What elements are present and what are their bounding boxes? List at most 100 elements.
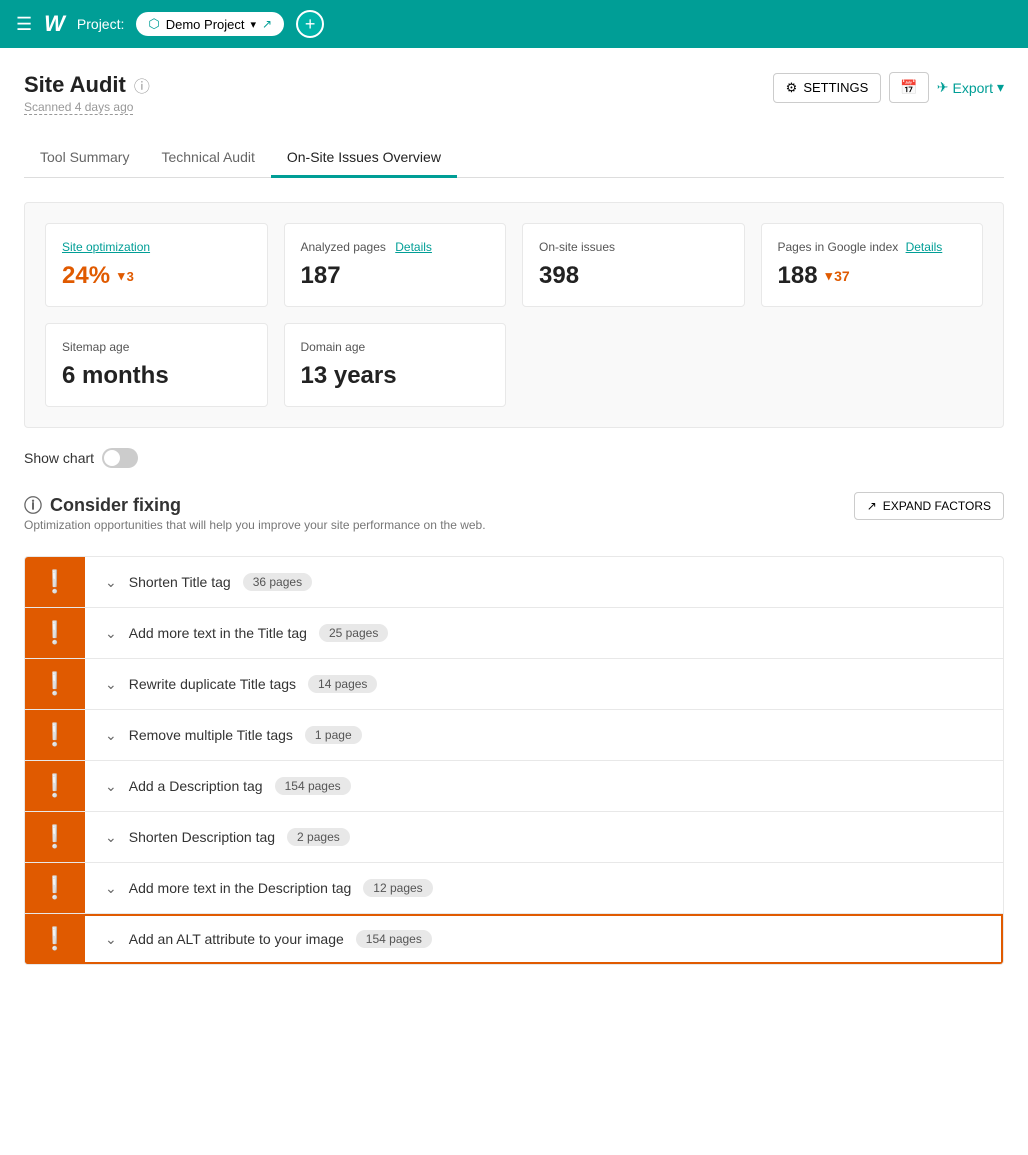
stat-value-domain-age: 13 years — [301, 362, 490, 390]
issue-item-remove-multiple: ❕ ⌄ Remove multiple Title tags 1 page — [25, 710, 1003, 761]
tab-on-site-issues[interactable]: On-Site Issues Overview — [271, 139, 457, 178]
stat-value-onsite-issues: 398 — [539, 262, 728, 290]
stat-google-index: Pages in Google index Details 188 ▾ 37 — [761, 223, 984, 307]
hamburger-menu-icon[interactable]: ☰ — [16, 14, 32, 35]
optimization-percentage: 24% — [62, 262, 110, 290]
domain-age-value: 13 years — [301, 362, 397, 390]
issue-badge-shorten-description: 2 pages — [287, 828, 350, 846]
issues-list: ❕ ⌄ Shorten Title tag 36 pages ❕ ⌄ Add m… — [24, 556, 1004, 965]
issue-title-remove-multiple[interactable]: Remove multiple Title tags — [129, 727, 293, 743]
stat-value-analyzed-pages: 187 — [301, 262, 490, 290]
issue-severity-add-description: ❕ — [25, 761, 85, 811]
alert-icon: ❕ — [41, 926, 68, 952]
issue-content-add-description: ⌄ Add a Description tag 154 pages — [85, 761, 1003, 811]
google-index-down-num: 37 — [834, 268, 850, 284]
help-icon[interactable]: ⓘ — [134, 73, 150, 97]
issue-title-add-more-description[interactable]: Add more text in the Description tag — [129, 880, 352, 896]
issue-badge-remove-multiple: 1 page — [305, 726, 362, 744]
chevron-down-icon: ▾ — [997, 79, 1004, 96]
chevron-icon[interactable]: ⌄ — [105, 880, 117, 897]
optimization-down-num: 3 — [127, 269, 134, 284]
onsite-issues-number: 398 — [539, 262, 579, 290]
stat-label-sitemap-age: Sitemap age — [62, 340, 251, 354]
calendar-button[interactable]: 📅 — [889, 72, 928, 103]
chevron-icon[interactable]: ⌄ — [105, 931, 117, 948]
issue-item-shorten-title: ❕ ⌄ Shorten Title tag 36 pages — [25, 557, 1003, 608]
tab-bar: Tool Summary Technical Audit On-Site Iss… — [24, 139, 1004, 178]
chevron-icon[interactable]: ⌄ — [105, 574, 117, 591]
issue-content-add-alt: ⌄ Add an ALT attribute to your image 154… — [85, 914, 1003, 964]
issue-severity-add-alt: ❕ — [25, 914, 85, 964]
settings-button[interactable]: ⚙ SETTINGS — [773, 73, 882, 103]
tab-technical-audit[interactable]: Technical Audit — [145, 139, 270, 178]
google-index-details-link[interactable]: Details — [906, 240, 943, 254]
analyzed-pages-number: 187 — [301, 262, 341, 290]
issue-title-shorten-description[interactable]: Shorten Description tag — [129, 829, 275, 845]
alert-icon: ❕ — [41, 722, 68, 748]
gear-icon: ⚙ — [786, 80, 798, 96]
stat-label-google-index: Pages in Google index Details — [778, 240, 967, 254]
issue-item-add-description: ❕ ⌄ Add a Description tag 154 pages — [25, 761, 1003, 812]
chevron-icon[interactable]: ⌄ — [105, 778, 117, 795]
expand-label: EXPAND FACTORS — [883, 499, 991, 513]
alert-icon: ❕ — [41, 569, 68, 595]
stat-sitemap-age: Sitemap age 6 months — [45, 323, 268, 407]
issue-title-add-description[interactable]: Add a Description tag — [129, 778, 263, 794]
chevron-down-icon: ▾ — [250, 18, 256, 31]
section-title-text: Consider fixing — [50, 495, 181, 516]
stat-site-optimization: Site optimization 24% ▾ 3 — [45, 223, 268, 307]
issue-content-remove-multiple: ⌄ Remove multiple Title tags 1 page — [85, 710, 1003, 760]
chevron-icon[interactable]: ⌄ — [105, 727, 117, 744]
alert-icon: ❕ — [41, 824, 68, 850]
issue-badge-add-more-description: 12 pages — [363, 879, 432, 897]
project-icon: ⬡ — [148, 16, 159, 32]
chevron-icon[interactable]: ⌄ — [105, 625, 117, 642]
export-label: Export — [953, 80, 993, 96]
issue-item-rewrite-duplicate: ❕ ⌄ Rewrite duplicate Title tags 14 page… — [25, 659, 1003, 710]
stat-domain-age: Domain age 13 years — [284, 323, 507, 407]
issue-badge-shorten-title: 36 pages — [243, 573, 312, 591]
issue-severity-shorten-description: ❕ — [25, 812, 85, 862]
down-arrow-icon: ▾ — [826, 268, 833, 284]
down-arrow-icon: ▾ — [118, 268, 125, 284]
issue-badge-add-more-title: 25 pages — [319, 624, 388, 642]
external-link-icon: ↗ — [262, 17, 272, 31]
tab-tool-summary[interactable]: Tool Summary — [24, 139, 145, 178]
issue-title-add-more-title[interactable]: Add more text in the Title tag — [129, 625, 307, 641]
issue-severity-rewrite-duplicate: ❕ — [25, 659, 85, 709]
issue-content-rewrite-duplicate: ⌄ Rewrite duplicate Title tags 14 pages — [85, 659, 1003, 709]
settings-label: SETTINGS — [803, 80, 868, 95]
add-project-button[interactable]: + — [296, 10, 324, 38]
issue-item-add-more-title: ❕ ⌄ Add more text in the Title tag 25 pa… — [25, 608, 1003, 659]
issue-title-shorten-title[interactable]: Shorten Title tag — [129, 574, 231, 590]
site-optimization-link[interactable]: Site optimization — [62, 240, 150, 254]
stat-label-onsite-issues: On-site issues — [539, 240, 728, 254]
issue-badge-add-description: 154 pages — [275, 777, 351, 795]
page-header: Site Audit ⓘ Scanned 4 days ago ⚙ SETTIN… — [24, 72, 1004, 135]
stats-grid-top: Site optimization 24% ▾ 3 Analyzed pages… — [45, 223, 983, 307]
chevron-icon[interactable]: ⌄ — [105, 829, 117, 846]
project-selector-button[interactable]: ⬡ Demo Project ▾ ↗ — [136, 12, 284, 36]
issue-content-shorten-description: ⌄ Shorten Description tag 2 pages — [85, 812, 1003, 862]
stats-grid-bottom: Sitemap age 6 months Domain age 13 years — [45, 323, 983, 407]
stat-value-google-index: 188 ▾ 37 — [778, 262, 967, 290]
optimization-down: ▾ 3 — [118, 268, 134, 284]
stat-onsite-issues: On-site issues 398 — [522, 223, 745, 307]
project-name: Demo Project — [166, 17, 245, 32]
expand-factors-button[interactable]: ↗ EXPAND FACTORS — [854, 492, 1004, 520]
chevron-icon[interactable]: ⌄ — [105, 676, 117, 693]
export-button[interactable]: ✈ Export ▾ — [937, 79, 1004, 96]
issue-item-shorten-description: ❕ ⌄ Shorten Description tag 2 pages — [25, 812, 1003, 863]
header-actions: ⚙ SETTINGS 📅 ✈ Export ▾ — [773, 72, 1004, 103]
issue-title-rewrite-duplicate[interactable]: Rewrite duplicate Title tags — [129, 676, 296, 692]
page-title: Site Audit — [24, 72, 126, 98]
stat-label-analyzed-pages: Analyzed pages Details — [301, 240, 490, 254]
project-label: Project: — [77, 16, 124, 32]
show-chart-toggle[interactable] — [102, 448, 138, 468]
issue-title-add-alt[interactable]: Add an ALT attribute to your image — [129, 931, 344, 947]
section-title: ⓘ Consider fixing — [24, 492, 486, 518]
expand-icon: ↗ — [867, 499, 877, 513]
analyzed-pages-details-link[interactable]: Details — [395, 240, 432, 254]
alert-icon: ❕ — [41, 620, 68, 646]
issue-severity-remove-multiple: ❕ — [25, 710, 85, 760]
